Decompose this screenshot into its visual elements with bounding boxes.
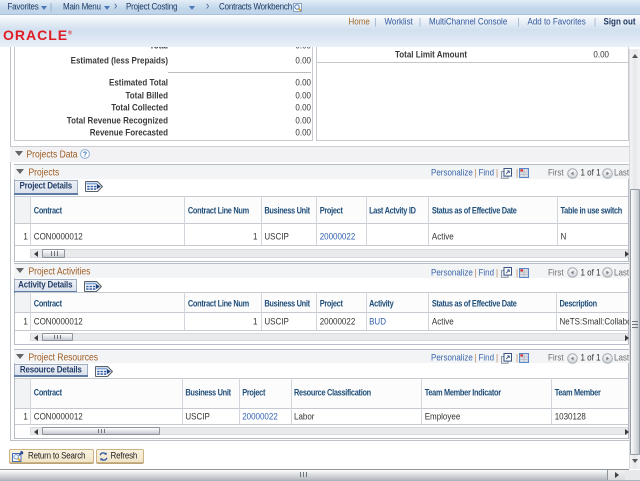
svg-text:?: ? <box>83 151 87 158</box>
